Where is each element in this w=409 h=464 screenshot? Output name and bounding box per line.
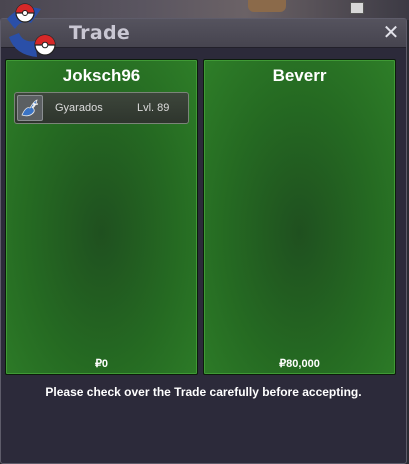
partner-money-offer: ₽80,000: [279, 358, 320, 370]
gyarados-icon: [17, 95, 43, 121]
trade-window: Trade ✕ Joksch96 Gyarados Lvl. 89 ₽0 Bev…: [0, 3, 407, 464]
partner-offer-panel: Beverr ₽80,000: [203, 59, 396, 375]
money-offer: ₽0: [94, 358, 109, 370]
my-offer-panel: Joksch96 Gyarados Lvl. 89 ₽0: [5, 59, 198, 375]
pokemon-name: Gyarados: [55, 102, 103, 114]
pokemon-level: Lvl. 89: [137, 102, 170, 114]
window-title: Trade: [69, 22, 131, 44]
pokeball-logo-icon: [7, 3, 56, 57]
trade-notice: Please check over the Trade carefully be…: [45, 385, 362, 399]
trade-item-slot[interactable]: Gyarados Lvl. 89: [14, 92, 189, 124]
partner-name: Beverr: [272, 66, 327, 85]
background-object: [350, 2, 364, 14]
player-name: Joksch96: [62, 66, 141, 85]
close-button[interactable]: ✕: [381, 21, 401, 43]
background-character: [248, 0, 286, 12]
